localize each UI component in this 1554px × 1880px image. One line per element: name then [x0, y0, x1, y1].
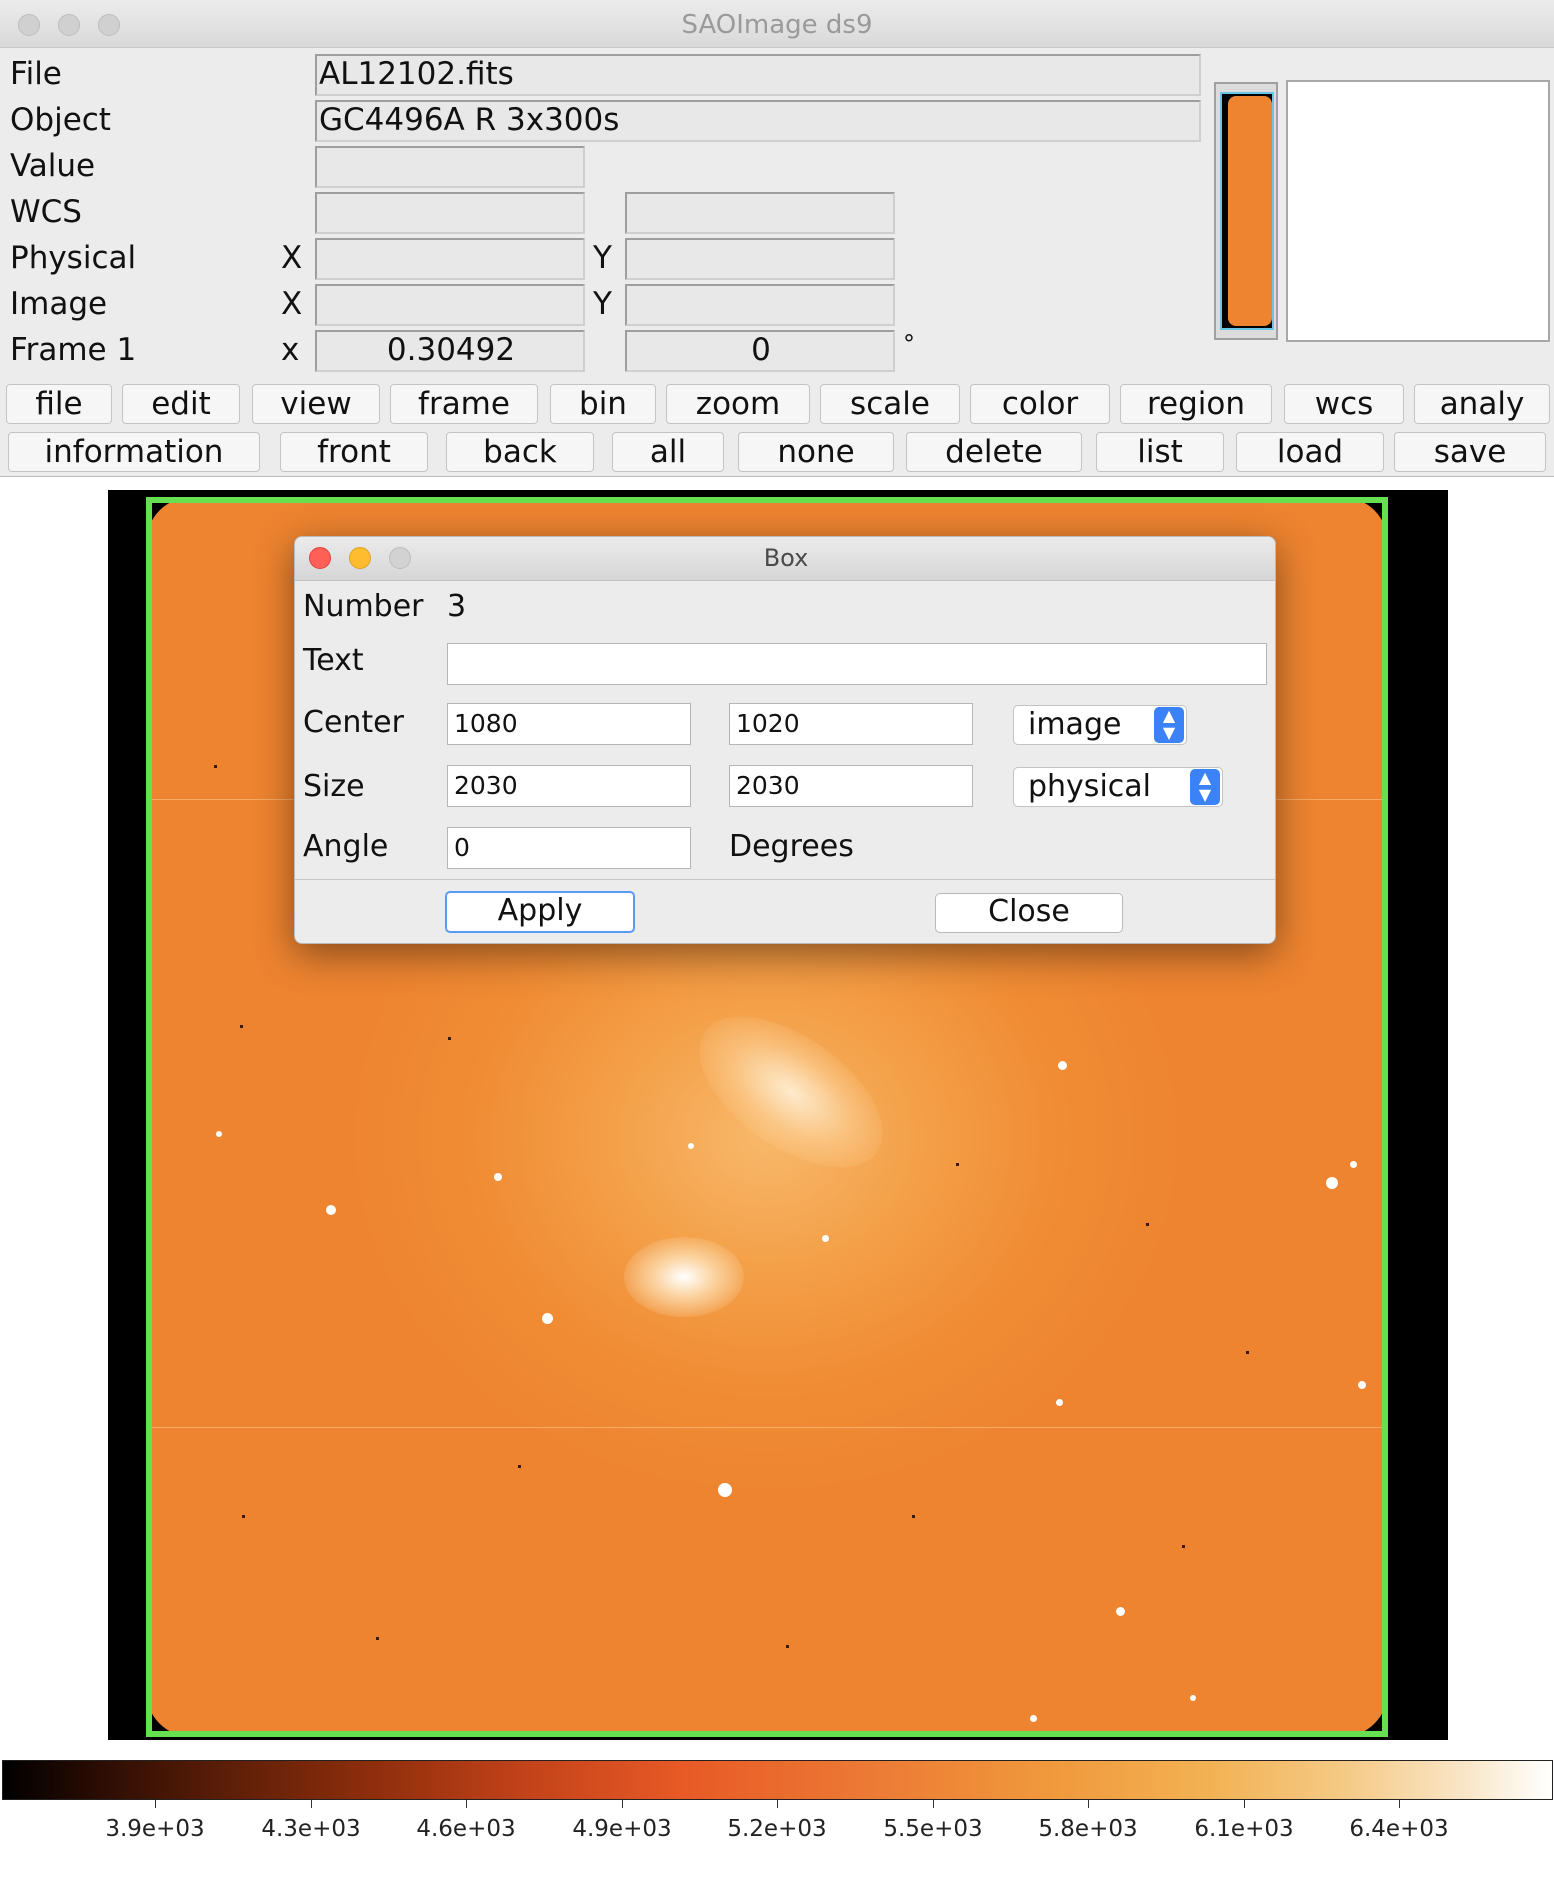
chevron-updown-icon: ▲ ▼ [1190, 769, 1220, 805]
physical-label: Physical [10, 240, 137, 276]
size-system-select[interactable]: physical ▲ ▼ [1013, 767, 1223, 807]
image-y-label: Y [593, 286, 612, 322]
magnifier [1286, 80, 1550, 342]
center-system-value: image [1028, 707, 1122, 742]
colorbar-tick [1088, 1800, 1089, 1808]
center-y-input[interactable]: 1020 [729, 703, 973, 745]
menu-button-bar: file edit view frame bin zoom scale colo… [0, 380, 1554, 428]
colorbar-tick [311, 1800, 312, 1808]
file-button[interactable]: file [6, 384, 112, 424]
dialog-titlebar: Box [295, 537, 1275, 581]
image-y-field [625, 284, 895, 326]
window-titlebar: SAOImage ds9 [0, 0, 1554, 48]
image-x-label: X [281, 286, 303, 322]
delete-button[interactable]: delete [906, 432, 1082, 472]
file-field: AL12102.fits [315, 54, 1201, 96]
file-label: File [10, 56, 62, 92]
region-button[interactable]: region [1120, 384, 1272, 424]
physical-x-field [315, 238, 585, 280]
info-panel: File AL12102.fits Object GC4496A R 3x300… [0, 48, 1554, 380]
colorbar-tick [155, 1800, 156, 1808]
back-button[interactable]: back [446, 432, 594, 472]
none-button[interactable]: none [738, 432, 894, 472]
all-button[interactable]: all [612, 432, 724, 472]
colorbar-tick-label: 5.8e+03 [1038, 1816, 1138, 1842]
close-button[interactable]: Close [935, 893, 1123, 933]
wcs-y-field [625, 192, 895, 234]
angle-input[interactable]: 0 [447, 827, 691, 869]
edit-button[interactable]: edit [122, 384, 240, 424]
colorbar-tick-label: 6.1e+03 [1194, 1816, 1294, 1842]
dialog-divider [295, 879, 1275, 880]
colorbar-tick-label: 6.4e+03 [1349, 1816, 1449, 1842]
colorbar-tick-label: 5.5e+03 [883, 1816, 983, 1842]
angle-label: Angle [303, 829, 389, 864]
window-title: SAOImage ds9 [681, 10, 873, 40]
size-label: Size [303, 769, 365, 804]
colorbar-tick [1399, 1800, 1400, 1808]
size-width-input[interactable]: 2030 [447, 765, 691, 807]
information-button[interactable]: information [8, 432, 260, 472]
bin-button[interactable]: bin [550, 384, 656, 424]
frame-x-label: x [281, 332, 300, 368]
region-button-bar: information front back all none delete l… [0, 428, 1554, 476]
text-label: Text [303, 643, 364, 678]
value-label: Value [10, 148, 96, 184]
colorbar-tick [466, 1800, 467, 1808]
panner-thumbnail [1228, 96, 1272, 326]
colorbar-tick-label: 4.9e+03 [572, 1816, 672, 1842]
front-button[interactable]: front [280, 432, 428, 472]
zoom-button[interactable]: zoom [666, 384, 810, 424]
scale-button[interactable]: scale [820, 384, 960, 424]
wcs-x-field [315, 192, 585, 234]
frame-label: Frame 1 [10, 332, 137, 368]
text-input[interactable] [447, 643, 1267, 685]
number-label: Number [303, 589, 424, 624]
analysis-button[interactable]: analy [1414, 384, 1550, 424]
angle-unit-label: Degrees [729, 829, 854, 864]
chevron-updown-icon: ▲ ▼ [1154, 707, 1184, 743]
object-field: GC4496A R 3x300s [315, 100, 1201, 142]
physical-x-label: X [281, 240, 303, 276]
frame-button[interactable]: frame [390, 384, 538, 424]
colorbar-tick [622, 1800, 623, 1808]
object-label: Object [10, 102, 111, 138]
panner-frame [1220, 92, 1274, 330]
colorbar-tick-label: 4.6e+03 [416, 1816, 516, 1842]
wcs-button[interactable]: wcs [1284, 384, 1404, 424]
wcs-label: WCS [10, 194, 82, 230]
colorbar-tick [777, 1800, 778, 1808]
colorbar-tick-label: 4.3e+03 [261, 1816, 361, 1842]
frame-zoom-field: 0.30492 [315, 330, 585, 372]
center-system-select[interactable]: image ▲ ▼ [1013, 705, 1187, 745]
size-system-value: physical [1028, 769, 1151, 804]
colorbar-tick-label: 5.2e+03 [727, 1816, 827, 1842]
physical-y-label: Y [593, 240, 612, 276]
center-label: Center [303, 705, 404, 740]
degree-symbol: ° [903, 330, 915, 358]
value-field [315, 146, 585, 188]
colorbar[interactable] [2, 1760, 1553, 1800]
image-label: Image [10, 286, 108, 322]
dialog-title: Box [763, 544, 809, 572]
frame-angle-field: 0 [625, 330, 895, 372]
image-x-field [315, 284, 585, 326]
list-button[interactable]: list [1096, 432, 1224, 472]
view-button[interactable]: view [252, 384, 380, 424]
color-button[interactable]: color [970, 384, 1110, 424]
box-dialog: Box Number 3 Text Center 1080 1020 image… [294, 536, 1276, 944]
colorbar-tick-label: 3.9e+03 [105, 1816, 205, 1842]
colorbar-tick [933, 1800, 934, 1808]
load-button[interactable]: load [1236, 432, 1384, 472]
save-button[interactable]: save [1394, 432, 1546, 472]
center-x-input[interactable]: 1080 [447, 703, 691, 745]
colorbar-tick [1244, 1800, 1245, 1808]
size-height-input[interactable]: 2030 [729, 765, 973, 807]
apply-button[interactable]: Apply [445, 891, 635, 933]
panner[interactable] [1214, 82, 1278, 340]
number-value: 3 [447, 589, 467, 624]
physical-y-field [625, 238, 895, 280]
